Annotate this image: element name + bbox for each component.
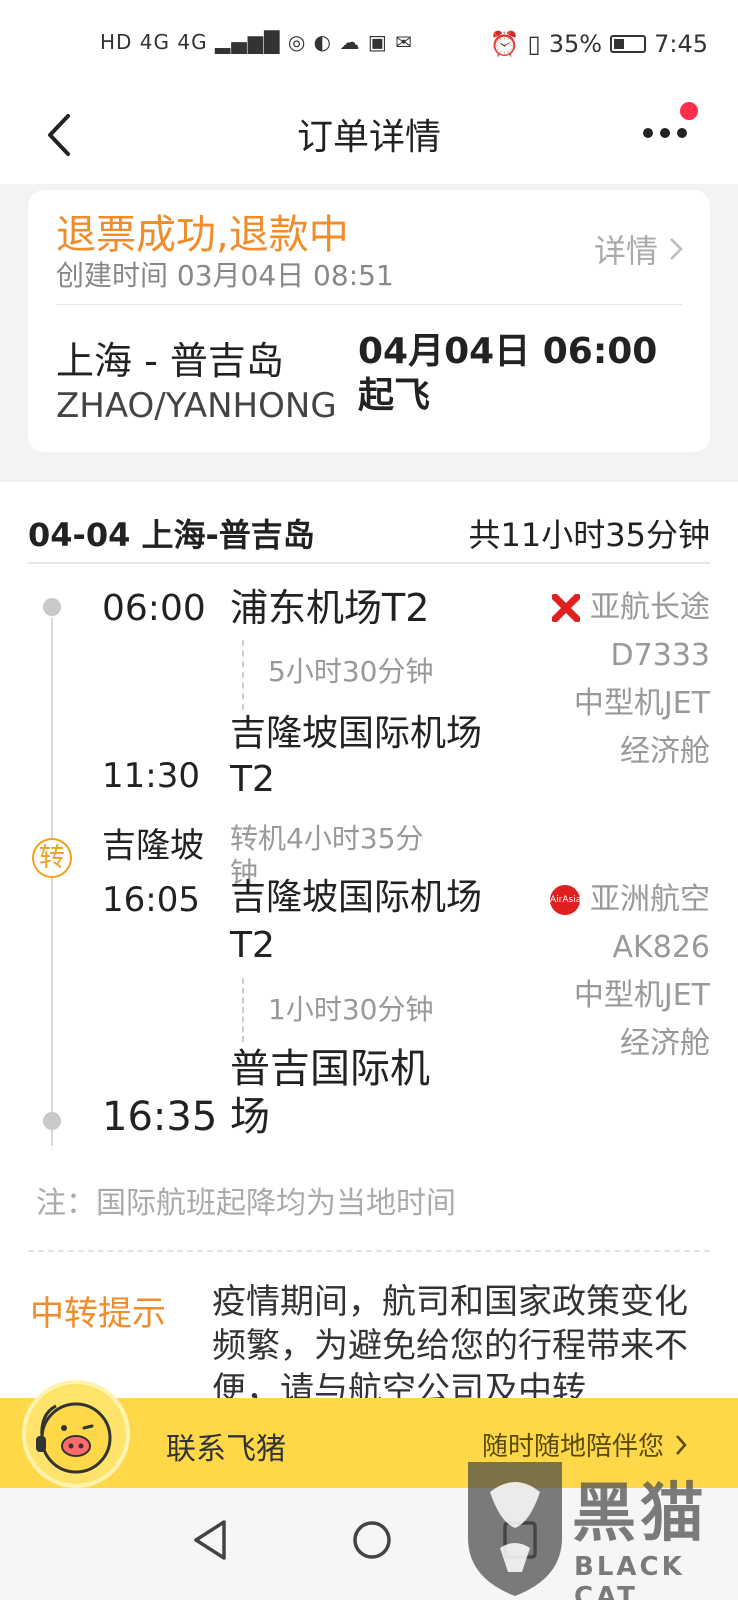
page-title: 订单详情 — [296, 117, 441, 158]
leg2-departure-terminal: T2 — [230, 925, 275, 966]
more-options-icon[interactable] — [640, 118, 690, 148]
chevron-right-icon — [670, 238, 683, 260]
leg1-departure-airport: 浦东机场T2 — [230, 586, 430, 630]
order-status-card: 退票成功,退款中 创建时间 03月04日 08:51 详情 上海 - 普吉岛 Z… — [28, 190, 710, 452]
leg2-flight-duration: 1小时30分钟 — [268, 993, 434, 1026]
passenger-name: ZHAO/YANHONG — [56, 386, 337, 426]
battery-icon — [610, 35, 647, 53]
airasia-x-logo-icon — [552, 594, 580, 622]
leg2-departure-time: 16:05 — [102, 880, 200, 920]
leg1-arrival-terminal: T2 — [230, 759, 275, 800]
airasia-logo-icon: AirAsia — [550, 885, 581, 915]
contact-label: 联系飞猪 — [166, 1432, 286, 1467]
created-time: 创建时间 03月04日 08:51 — [56, 259, 394, 292]
leg1-airline-info: 亚航长途 D7333 中型机JET 经济舱 — [552, 584, 710, 776]
signal-status-text: HD 4G 4G — [100, 30, 208, 54]
leg2-dashed-line — [242, 978, 244, 1042]
leg1-arrival-airport: 吉隆坡国际机场 — [230, 713, 483, 754]
detail-link-label: 详情 — [593, 232, 658, 270]
leg2-arrival-time: 16:35 — [102, 1094, 218, 1140]
fliggy-mascot-avatar[interactable] — [22, 1380, 130, 1488]
leg2-aircraft: 中型机JET — [573, 978, 710, 1013]
transfer-tip-text: 疫情期间，航司和国家政策变化频繁，为避免给您的行程带来不便，请与航空公司及中转 — [212, 1282, 688, 1406]
timeline-start-dot — [43, 598, 61, 616]
status-right: ⏰ ▯ 35% 7:45 — [490, 30, 708, 58]
nav-bar: 订单详情 — [0, 88, 738, 184]
alarm-icon: ⏰ — [489, 30, 520, 58]
leg1-dashed-line — [242, 640, 244, 710]
leg1-aircraft: 中型机JET — [573, 686, 710, 721]
leg2-arrival-airport: 普吉国际机 — [230, 1046, 430, 1092]
black-cat-watermark-logo-icon — [468, 1462, 562, 1596]
system-home-icon[interactable] — [350, 1518, 394, 1562]
chevron-right-icon — [676, 1434, 687, 1455]
leg2-airline-info: AirAsia 亚洲航空 AK826 中型机JET 经济舱 — [550, 876, 710, 1068]
leg1-cabin: 经济舱 — [620, 734, 710, 769]
watermark-name: 黑猫 — [572, 1477, 708, 1551]
timeline-line — [51, 618, 53, 1146]
leg2-flight-number: AK826 — [612, 930, 710, 965]
signal-icon: ▂▄▆█ ◎ ◐ ☁ ▣ ✉ — [214, 30, 413, 54]
status-bar: HD 4G 4G ▂▄▆█ ◎ ◐ ☁ ▣ ✉ ⏰ ▯ 35% 7:45 — [0, 0, 738, 88]
refund-status: 退票成功,退款中 — [56, 212, 349, 258]
leg1-airline-name: 亚航长途 — [590, 590, 710, 625]
leg1-departure-time: 06:00 — [102, 588, 206, 629]
local-time-note: 注：国际航班起降均为当地时间 — [36, 1186, 456, 1221]
status-left-icons: HD 4G 4G ▂▄▆█ ◎ ◐ ☁ ▣ ✉ — [100, 30, 413, 54]
departure-time: 04月04日 06:00起飞 — [358, 331, 658, 416]
leg2-departure-airport: 吉隆坡国际机场 — [230, 877, 483, 918]
leg2-cabin: 经济舱 — [620, 1026, 710, 1061]
detail-link[interactable]: 详情 — [594, 226, 684, 272]
leg1-flight-duration: 5小时30分钟 — [268, 655, 434, 688]
transfer-tip-label: 中转提示 — [30, 1294, 166, 1334]
system-back-icon[interactable] — [190, 1518, 230, 1562]
pig-mascot-icon — [36, 1402, 112, 1474]
vibrate-icon: ▯ — [527, 30, 541, 58]
transfer-city: 吉隆坡 — [102, 826, 204, 866]
dashed-divider — [28, 1250, 710, 1252]
route: 上海 - 普吉岛 — [56, 339, 284, 383]
divider — [56, 304, 682, 305]
leg1-arrival-time: 11:30 — [102, 756, 200, 796]
leg1-flight-number: D7333 — [610, 638, 710, 673]
notification-dot — [680, 102, 698, 120]
transfer-badge: 转 — [32, 838, 72, 878]
leg2-arrival-airport-cont: 场 — [230, 1094, 270, 1140]
timeline-end-dot — [43, 1112, 61, 1130]
trip-total-duration: 共11小时35分钟 — [468, 516, 710, 554]
clock: 7:45 — [654, 30, 708, 58]
watermark-sub: BLACK CAT — [574, 1552, 685, 1600]
trip-date-route: 04-04 上海-普吉岛 — [28, 516, 315, 554]
trip-header: 04-04 上海-普吉岛 共11小时35分钟 — [28, 510, 710, 564]
leg2-airline-name: 亚洲航空 — [590, 882, 710, 917]
battery-percent: 35% — [548, 30, 603, 58]
